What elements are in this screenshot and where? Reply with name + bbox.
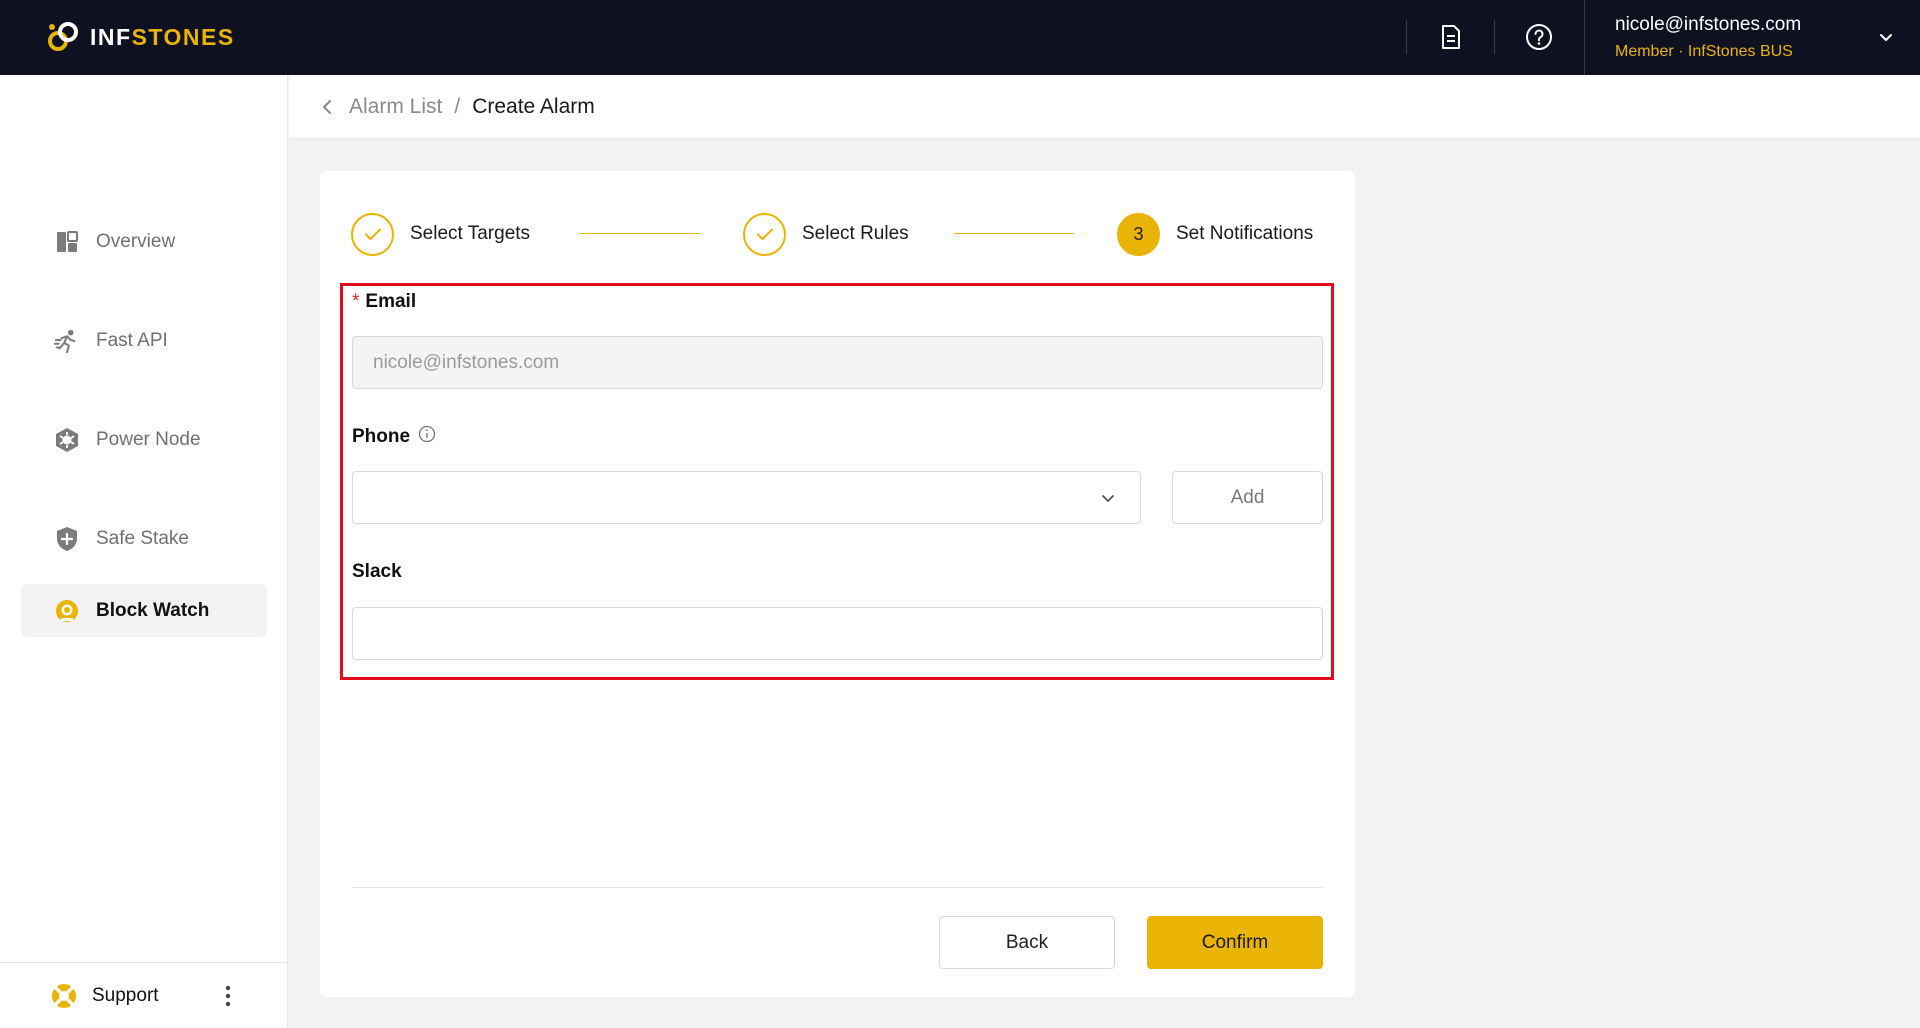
logo-text: INFSTONES [90, 24, 235, 51]
top-divider [1494, 20, 1495, 54]
add-phone-button[interactable]: Add [1172, 471, 1323, 524]
phone-label: Phone [352, 425, 436, 449]
more-vertical-icon[interactable] [216, 983, 240, 1009]
logo-text-right: STONES [131, 23, 235, 50]
breadcrumb-alarm-list[interactable]: Alarm List [349, 95, 442, 119]
check-icon [351, 212, 394, 256]
breadcrumb-current: Create Alarm [472, 94, 595, 118]
sidebar-item-label: Safe Stake [96, 527, 189, 549]
breadcrumb: Alarm List / Create Alarm [289, 75, 1920, 139]
step-label: Select Targets [410, 223, 531, 244]
sidebar-item-label: Overview [96, 230, 176, 252]
phone-label-text: Phone [352, 426, 411, 448]
chevron-left-icon[interactable] [321, 98, 339, 116]
footer-divider [352, 887, 1323, 888]
phone-select[interactable] [352, 471, 1141, 524]
required-mark: * [352, 291, 360, 312]
email-label-text: Email [365, 291, 417, 312]
confirm-button[interactable]: Confirm [1147, 916, 1323, 969]
chevron-down-icon [1880, 34, 1892, 41]
step-select-targets: Select Targets [351, 212, 530, 256]
email-field-value: nicole@infstones.com [373, 351, 560, 373]
breadcrumb-separator: / [454, 94, 461, 118]
running-icon [54, 328, 80, 354]
shield-plus-icon [54, 526, 80, 552]
logo-mark-icon [48, 22, 78, 51]
sidebar-item-label: Power Node [96, 428, 201, 450]
document-icon[interactable] [1434, 20, 1468, 54]
block-watch-icon [54, 598, 80, 624]
overview-icon [54, 229, 80, 255]
step-label: Select Rules [802, 223, 909, 244]
sidebar-item-power-node[interactable]: Power Node [21, 413, 267, 466]
sidebar-item-overview[interactable]: Overview [21, 215, 267, 268]
logo-text-left: INF [90, 23, 132, 50]
step-set-notifications: 3 Set Notifications [1117, 212, 1313, 256]
slack-input[interactable] [352, 607, 1323, 660]
lifebuoy-icon[interactable] [50, 982, 78, 1010]
slack-label: Slack [352, 561, 402, 582]
info-icon[interactable] [418, 425, 436, 449]
step-connector [954, 233, 1074, 234]
sidebar: Overview Fast API Power Node Safe Stake … [0, 75, 288, 1028]
help-circle-icon[interactable] [1522, 20, 1556, 54]
email-label: * Email [352, 291, 416, 313]
user-email: nicole@infstones.com [1615, 14, 1802, 35]
step-connector [580, 233, 700, 234]
create-alarm-card: Select Targets Select Rules 3 Set Notifi… [320, 171, 1355, 997]
chevron-down-icon [1102, 495, 1114, 502]
step-number: 3 [1117, 212, 1160, 256]
back-button[interactable]: Back [939, 916, 1115, 969]
user-role: Member · InfStones BUS [1615, 43, 1793, 60]
sidebar-item-label: Fast API [96, 329, 168, 351]
check-icon [743, 212, 786, 256]
step-label: Set Notifications [1176, 223, 1314, 244]
email-field: nicole@infstones.com [352, 336, 1323, 389]
sidebar-item-fast-api[interactable]: Fast API [21, 314, 267, 367]
hexagon-node-icon [54, 427, 80, 453]
support-section: Support [0, 962, 288, 1028]
step-select-rules: Select Rules [743, 212, 909, 256]
infstones-logo[interactable]: INFSTONES [44, 18, 235, 56]
sidebar-item-block-watch[interactable]: Block Watch [21, 584, 267, 637]
support-label[interactable]: Support [92, 985, 159, 1007]
top-divider [1406, 20, 1407, 54]
user-menu[interactable]: nicole@infstones.com Member · InfStones … [1584, 0, 1920, 75]
top-bar: INFSTONES nicole@infstones.com Member · … [0, 0, 1920, 75]
sidebar-item-safe-stake[interactable]: Safe Stake [21, 512, 267, 565]
sidebar-item-label: Block Watch [96, 599, 210, 621]
